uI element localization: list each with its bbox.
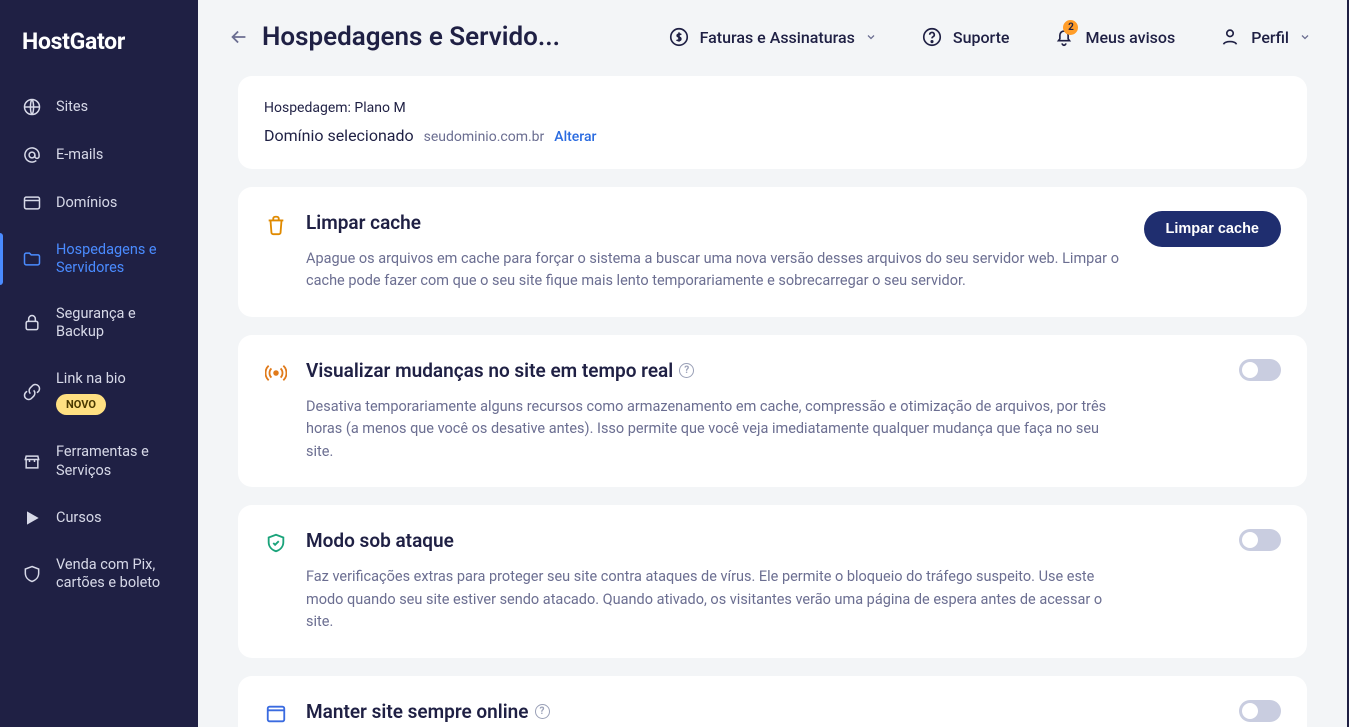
help-icon: [921, 26, 943, 48]
topnav-support[interactable]: Suporte: [921, 26, 1010, 48]
help-tooltip-icon[interactable]: ?: [679, 363, 694, 378]
topnav-label: Meus avisos: [1085, 28, 1175, 47]
sidebar-item-linkbio[interactable]: Link na bio NOVO: [0, 356, 198, 430]
under-attack-card: Modo sob ataque Faz verificações extras …: [238, 505, 1307, 657]
sidebar-label: Ferramentas e Serviços: [56, 443, 176, 479]
sidebar-item-payments[interactable]: Venda com Pix, cartões e boleto: [0, 542, 198, 606]
realtime-card: Visualizar mudanças no site em tempo rea…: [238, 335, 1307, 487]
change-domain-link[interactable]: Alterar: [554, 129, 596, 145]
plan-line: Hospedagem: Plano M: [264, 100, 1281, 116]
sidebar-label: Link na bio NOVO: [56, 370, 126, 416]
topnav-label: Faturas e Assinaturas: [700, 28, 855, 47]
hosting-info-card: Hospedagem: Plano M Domínio selecionado …: [238, 76, 1307, 169]
realtime-desc: Desativa temporariamente alguns recursos…: [306, 396, 1126, 463]
topnav-label: Perfil: [1251, 28, 1289, 47]
back-button[interactable]: [226, 24, 252, 50]
chevron-down-icon: [865, 31, 877, 43]
link-icon: [22, 382, 42, 402]
always-online-toggle[interactable]: [1239, 700, 1281, 722]
user-icon: [1219, 26, 1241, 48]
realtime-toggle[interactable]: [1239, 359, 1281, 381]
sidebar-label: Sites: [56, 98, 88, 116]
clear-cache-card: Limpar cache Apague os arquivos em cache…: [238, 187, 1307, 317]
notification-count-badge: 2: [1063, 20, 1078, 35]
folder-icon: [22, 249, 42, 269]
brand-logo: HostGator: [0, 20, 198, 83]
sidebar-item-sites[interactable]: Sites: [0, 83, 198, 131]
sidebar-nav: Sites E-mails Domínios Hospedagens e Ser…: [0, 83, 198, 606]
trash-icon: [264, 213, 288, 237]
sidebar-label: Cursos: [56, 509, 102, 527]
topnav-billing[interactable]: Faturas e Assinaturas: [668, 26, 877, 48]
sidebar-item-security[interactable]: Segurança e Backup: [0, 291, 198, 355]
sidebar: HostGator Sites E-mails Domínios Hospeda…: [0, 0, 198, 727]
sidebar-label: Domínios: [56, 194, 117, 212]
under-attack-desc: Faz verificações extras para proteger se…: [306, 566, 1126, 633]
clear-cache-button[interactable]: Limpar cache: [1144, 211, 1282, 247]
sidebar-item-hosting[interactable]: Hospedagens e Servidores: [0, 227, 198, 291]
page-title: Hospedagens e Servido...: [262, 22, 560, 52]
under-attack-toggle[interactable]: [1239, 529, 1281, 551]
clear-cache-title: Limpar cache: [306, 211, 1126, 234]
clear-cache-desc: Apague os arquivos em cache para forçar …: [306, 248, 1126, 293]
realtime-title: Visualizar mudanças no site em tempo rea…: [306, 359, 673, 382]
chevron-down-icon: [1299, 31, 1311, 43]
sidebar-item-tools[interactable]: Ferramentas e Serviços: [0, 429, 198, 493]
broadcast-icon: [264, 361, 288, 385]
always-online-title: Manter site sempre online: [306, 700, 529, 723]
sidebar-item-courses[interactable]: Cursos: [0, 494, 198, 542]
topnav-profile[interactable]: Perfil: [1219, 26, 1311, 48]
shield-icon: [22, 564, 42, 584]
lock-icon: [22, 313, 42, 333]
domain-value: seudominio.com.br: [424, 129, 545, 145]
store-icon: [22, 452, 42, 472]
domain-label: Domínio selecionado: [264, 126, 414, 145]
topnav-label: Suporte: [953, 28, 1010, 47]
novo-badge: NOVO: [56, 394, 106, 416]
sidebar-label: Hospedagens e Servidores: [56, 241, 176, 277]
main: Hospedagens e Servido... Faturas e Assin…: [198, 0, 1349, 727]
shield-check-icon: [264, 531, 288, 555]
always-online-card: Manter site sempre online ?: [238, 676, 1307, 727]
browser-icon: [264, 702, 288, 726]
domain-icon: [22, 193, 42, 213]
sidebar-label: E-mails: [56, 146, 103, 164]
topnav: Faturas e Assinaturas Suporte 2 Meus avi…: [668, 26, 1311, 48]
sidebar-label: Segurança e Backup: [56, 305, 176, 341]
bell-icon: 2: [1053, 26, 1075, 48]
sidebar-item-emails[interactable]: E-mails: [0, 131, 198, 179]
dollar-icon: [668, 26, 690, 48]
at-icon: [22, 145, 42, 165]
under-attack-title: Modo sob ataque: [306, 529, 1221, 552]
topbar: Hospedagens e Servido... Faturas e Assin…: [198, 0, 1347, 76]
content-area: Hospedagem: Plano M Domínio selecionado …: [198, 76, 1347, 727]
sidebar-label: Venda com Pix, cartões e boleto: [56, 556, 176, 592]
play-icon: [22, 508, 42, 528]
globe-icon: [22, 97, 42, 117]
sidebar-item-domains[interactable]: Domínios: [0, 179, 198, 227]
help-tooltip-icon[interactable]: ?: [535, 704, 550, 719]
topnav-notices[interactable]: 2 Meus avisos: [1053, 26, 1175, 48]
